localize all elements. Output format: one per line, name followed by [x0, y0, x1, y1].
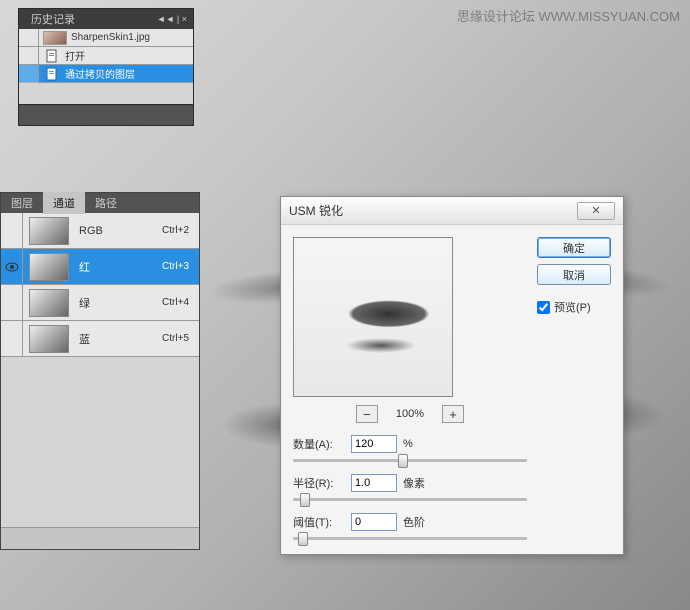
history-item-copylayer[interactable]: 通过拷贝的图层: [19, 65, 193, 83]
zoom-in-button[interactable]: +: [442, 405, 464, 423]
visibility-toggle[interactable]: [1, 285, 23, 321]
radius-slider[interactable]: [293, 498, 527, 501]
amount-slider[interactable]: [293, 459, 527, 462]
slider-thumb[interactable]: [398, 454, 408, 468]
radius-unit: 像素: [403, 475, 425, 491]
channel-name: 绿: [75, 295, 162, 311]
file-icon: [45, 67, 59, 81]
cancel-button[interactable]: 取消: [537, 264, 611, 285]
channel-blue[interactable]: 蓝 Ctrl+5: [1, 321, 199, 357]
threshold-label: 阈值(T):: [293, 514, 345, 530]
channel-shortcut: Ctrl+3: [162, 261, 199, 272]
history-tabbar: 历史记录 ◄◄ | ×: [19, 9, 193, 29]
plus-icon: +: [449, 407, 457, 422]
zoom-out-button[interactable]: −: [356, 405, 378, 423]
preview-label: 预览(P): [554, 299, 591, 315]
history-item-label: SharpenSkin1.jpg: [71, 32, 193, 43]
channel-thumb: [29, 253, 69, 281]
history-item-open[interactable]: 打开: [19, 47, 193, 65]
watermark: 思缘设计论坛 WWW.MISSYUAN.COM: [457, 6, 680, 25]
threshold-input[interactable]: [351, 513, 397, 531]
channel-name: 蓝: [75, 331, 162, 347]
dialog-titlebar[interactable]: USM 锐化 ✕: [281, 197, 623, 225]
minus-icon: −: [363, 407, 371, 422]
threshold-slider[interactable]: [293, 537, 527, 540]
threshold-unit: 色阶: [403, 514, 425, 530]
panel-controls[interactable]: ◄◄ | ×: [157, 14, 193, 24]
zoom-value: 100%: [396, 408, 424, 420]
radius-input[interactable]: [351, 474, 397, 492]
tab-layers[interactable]: 图层: [1, 192, 43, 214]
history-tab[interactable]: 历史记录: [31, 11, 75, 27]
document-thumb: [43, 31, 67, 45]
radius-label: 半径(R):: [293, 475, 345, 491]
channel-red[interactable]: 红 Ctrl+3: [1, 249, 199, 285]
channel-rgb[interactable]: RGB Ctrl+2: [1, 213, 199, 249]
channel-thumb: [29, 325, 69, 353]
history-panel: 历史记录 ◄◄ | × SharpenSkin1.jpg 打开 通过拷贝的图层: [18, 8, 194, 126]
channel-shortcut: Ctrl+5: [162, 333, 199, 344]
channel-green[interactable]: 绿 Ctrl+4: [1, 285, 199, 321]
close-button[interactable]: ✕: [577, 202, 615, 220]
channels-panel: 图层 通道 路径 RGB Ctrl+2 红 Ctrl+3 绿 Ctrl+4 蓝 …: [0, 192, 200, 550]
history-footer: [19, 105, 193, 125]
close-icon: ✕: [591, 204, 600, 217]
channel-name: RGB: [75, 225, 162, 237]
channel-thumb: [29, 289, 69, 317]
slider-thumb[interactable]: [298, 532, 308, 546]
visibility-toggle[interactable]: [1, 213, 23, 249]
channel-shortcut: Ctrl+2: [162, 225, 199, 236]
amount-label: 数量(A):: [293, 436, 345, 452]
usm-dialog: USM 锐化 ✕ − 100% + 数量(A): % 半径(R): 像素: [280, 196, 624, 555]
channel-shortcut: Ctrl+4: [162, 297, 199, 308]
file-icon: [45, 49, 59, 63]
visibility-toggle[interactable]: [1, 249, 23, 285]
tab-channels[interactable]: 通道: [43, 192, 85, 214]
channel-name: 红: [75, 259, 162, 275]
dialog-title: USM 锐化: [289, 202, 343, 219]
slider-thumb[interactable]: [300, 493, 310, 507]
amount-unit: %: [403, 438, 413, 450]
channels-tabs: 图层 通道 路径: [1, 193, 199, 213]
ok-button[interactable]: 确定: [537, 237, 611, 258]
visibility-toggle[interactable]: [1, 321, 23, 357]
history-item-label: 通过拷贝的图层: [65, 66, 193, 81]
amount-input[interactable]: [351, 435, 397, 453]
eye-icon: [5, 262, 19, 272]
filter-preview[interactable]: [293, 237, 453, 397]
history-item-label: 打开: [65, 48, 193, 63]
tab-paths[interactable]: 路径: [85, 192, 127, 214]
channel-thumb: [29, 217, 69, 245]
preview-checkbox[interactable]: [537, 301, 550, 314]
history-item-document[interactable]: SharpenSkin1.jpg: [19, 29, 193, 47]
